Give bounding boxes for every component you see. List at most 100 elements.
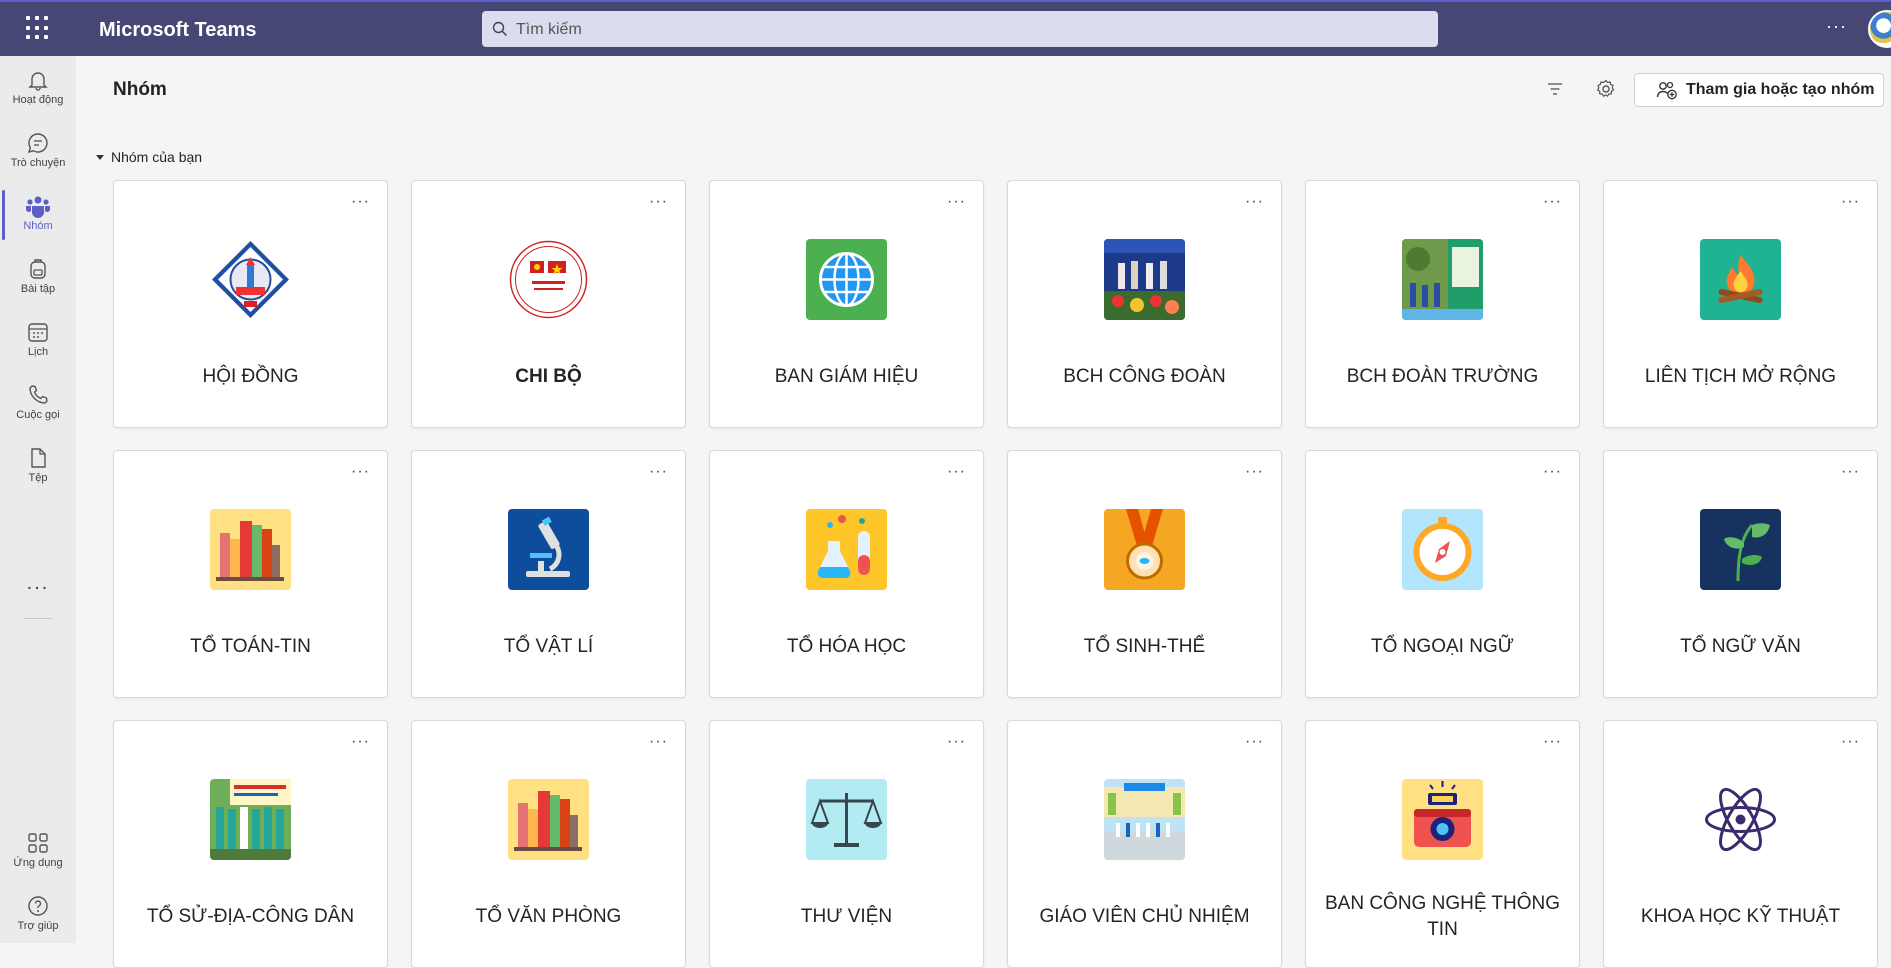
team-card[interactable]: ··· TỔ HÓA HỌC — [709, 450, 984, 698]
gear-icon[interactable] — [1596, 79, 1616, 99]
photo-icon — [1104, 239, 1185, 320]
team-name: LIÊN TỊCH MỞ RỘNG — [1644, 366, 1837, 387]
more-options-icon[interactable]: ··· — [1245, 463, 1264, 481]
rail-item-teams[interactable]: Nhóm — [0, 186, 76, 244]
campfire-icon — [1700, 239, 1781, 320]
team-name: BAN CÔNG NGHỆ THÔNG TIN — [1324, 893, 1561, 940]
team-name: TỔ VĂN PHÒNG — [475, 906, 622, 927]
rail-item-calendar[interactable]: Lịch — [0, 312, 76, 370]
team-card[interactable]: ··· CHI BỘ — [411, 180, 686, 428]
more-apps-icon[interactable]: ... — [0, 572, 76, 595]
more-options-icon[interactable]: ··· — [1543, 463, 1562, 481]
rail-item-apps[interactable]: Ứng dụng — [0, 823, 76, 881]
rail-divider — [24, 618, 52, 619]
team-card[interactable]: ··· TỔ SỬ-ĐỊA-CÔNG DÂN — [113, 720, 388, 968]
more-options-icon[interactable]: ··· — [649, 193, 668, 211]
more-options-icon[interactable]: ··· — [649, 463, 668, 481]
rail-item-help[interactable]: Trợ giúp — [0, 886, 76, 944]
photo-icon — [1104, 779, 1185, 860]
team-card[interactable]: ··· TỔ NGỮ VĂN — [1603, 450, 1878, 698]
search-icon — [492, 21, 508, 37]
team-card[interactable]: ··· TỔ NGOẠI NGỮ — [1305, 450, 1580, 698]
more-options-icon[interactable]: ··· — [351, 193, 370, 211]
team-card[interactable]: ··· BAN CÔNG NGHỆ THÔNG TIN — [1305, 720, 1580, 968]
team-name: KHOA HỌC KỸ THUẬT — [1640, 906, 1841, 927]
app-title: Microsoft Teams — [99, 19, 257, 41]
scales-icon — [806, 779, 887, 860]
school-emblem-icon — [210, 239, 291, 320]
team-name: CHI BỘ — [515, 366, 582, 387]
avatar[interactable] — [1868, 10, 1891, 48]
more-options-icon[interactable]: ··· — [351, 463, 370, 481]
team-name: THƯ VIỆN — [800, 906, 893, 927]
rail-label: Trợ giúp — [17, 920, 59, 932]
chat-icon — [27, 133, 48, 154]
team-name: TỔ VẬT LÍ — [503, 636, 594, 657]
team-card[interactable]: ··· BCH CÔNG ĐOÀN — [1007, 180, 1282, 428]
rail-item-calls[interactable]: Cuộc gọi — [0, 375, 76, 433]
flask-icon — [806, 509, 887, 590]
more-options-icon[interactable]: ··· — [1245, 193, 1264, 211]
join-button-label: Tham gia hoặc tạo nhóm — [1686, 81, 1875, 98]
team-name: TỔ SINH-THỂ — [1083, 636, 1206, 657]
team-name: BAN GIÁM HIỆU — [774, 366, 919, 387]
more-options-icon[interactable]: ··· — [1841, 193, 1860, 211]
team-name: BCH CÔNG ĐOÀN — [1063, 366, 1226, 387]
more-options-icon[interactable]: ··· — [1841, 733, 1860, 751]
add-people-icon — [1656, 81, 1677, 100]
team-card[interactable]: ··· BAN GIÁM HIỆU — [709, 180, 984, 428]
more-options-icon[interactable]: ··· — [351, 733, 370, 751]
rail-label: Cuộc gọi — [16, 409, 60, 421]
team-card[interactable]: ··· GIÁO VIÊN CHỦ NHIỆM — [1007, 720, 1282, 968]
file-icon — [31, 448, 46, 468]
medal-icon — [1104, 509, 1185, 590]
section-your-teams[interactable]: Nhóm của bạn — [96, 149, 202, 165]
more-options-icon[interactable]: ··· — [1543, 733, 1562, 751]
search-box[interactable] — [482, 11, 1438, 49]
team-name: HỘI ĐỒNG — [202, 366, 299, 387]
rail-label: Tệp — [28, 472, 48, 484]
rail-item-chat[interactable]: Trò chuyện — [0, 123, 76, 181]
team-grid: ··· HỘI ĐỒNG ··· CHI BỘ ··· BAN GIÁM HIỆ… — [113, 180, 1878, 968]
more-options-icon[interactable]: ··· — [947, 733, 966, 751]
more-options-icon[interactable]: ··· — [649, 733, 668, 751]
phone-icon — [29, 385, 48, 404]
team-name: TỔ SỬ-ĐỊA-CÔNG DÂN — [146, 906, 355, 927]
more-options-icon[interactable]: ··· — [1826, 16, 1847, 37]
calendar-icon — [28, 323, 48, 342]
top-bar: Microsoft Teams ··· — [0, 0, 1891, 56]
rail-label: Hoạt động — [12, 94, 64, 106]
backpack-icon — [30, 259, 46, 279]
books-icon — [210, 509, 291, 590]
photo-icon — [210, 779, 291, 860]
rail-label: Nhóm — [23, 220, 53, 232]
team-card[interactable]: ··· TỔ VĂN PHÒNG — [411, 720, 686, 968]
more-options-icon[interactable]: ··· — [947, 193, 966, 211]
rail-item-activity[interactable]: Hoạt động — [0, 60, 76, 118]
team-card[interactable]: ··· TỔ VẬT LÍ — [411, 450, 686, 698]
team-card[interactable]: ··· BCH ĐOÀN TRƯỜNG — [1305, 180, 1580, 428]
more-options-icon[interactable]: ··· — [1543, 193, 1562, 211]
more-options-icon[interactable]: ··· — [1245, 733, 1264, 751]
more-options-icon[interactable]: ··· — [1841, 463, 1860, 481]
team-card[interactable]: ··· THƯ VIỆN — [709, 720, 984, 968]
app-launcher-icon[interactable] — [26, 16, 50, 40]
filter-icon[interactable] — [1546, 80, 1564, 98]
team-name: TỔ NGỮ VĂN — [1680, 636, 1801, 657]
join-or-create-team-button[interactable]: Tham gia hoặc tạo nhóm — [1634, 73, 1884, 107]
teams-icon — [26, 196, 50, 218]
photo-icon — [1402, 239, 1483, 320]
team-card[interactable]: ··· LIÊN TỊCH MỞ RỘNG — [1603, 180, 1878, 428]
team-card[interactable]: ··· KHOA HỌC KỸ THUẬT — [1603, 720, 1878, 968]
party-emblem-icon — [508, 239, 589, 320]
rail-item-assignments[interactable]: Bài tập — [0, 249, 76, 307]
rail-label: Bài tập — [20, 283, 56, 295]
team-name: TỔ TOÁN-TIN — [190, 636, 311, 657]
search-input[interactable] — [514, 11, 1418, 49]
team-card[interactable]: ··· TỔ TOÁN-TIN — [113, 450, 388, 698]
more-options-icon[interactable]: ··· — [947, 463, 966, 481]
team-card[interactable]: ··· TỔ SINH-THỂ — [1007, 450, 1282, 698]
rail-item-files[interactable]: Tệp — [0, 438, 76, 496]
rail-label: Ứng dụng — [13, 857, 63, 869]
team-card[interactable]: ··· HỘI ĐỒNG — [113, 180, 388, 428]
